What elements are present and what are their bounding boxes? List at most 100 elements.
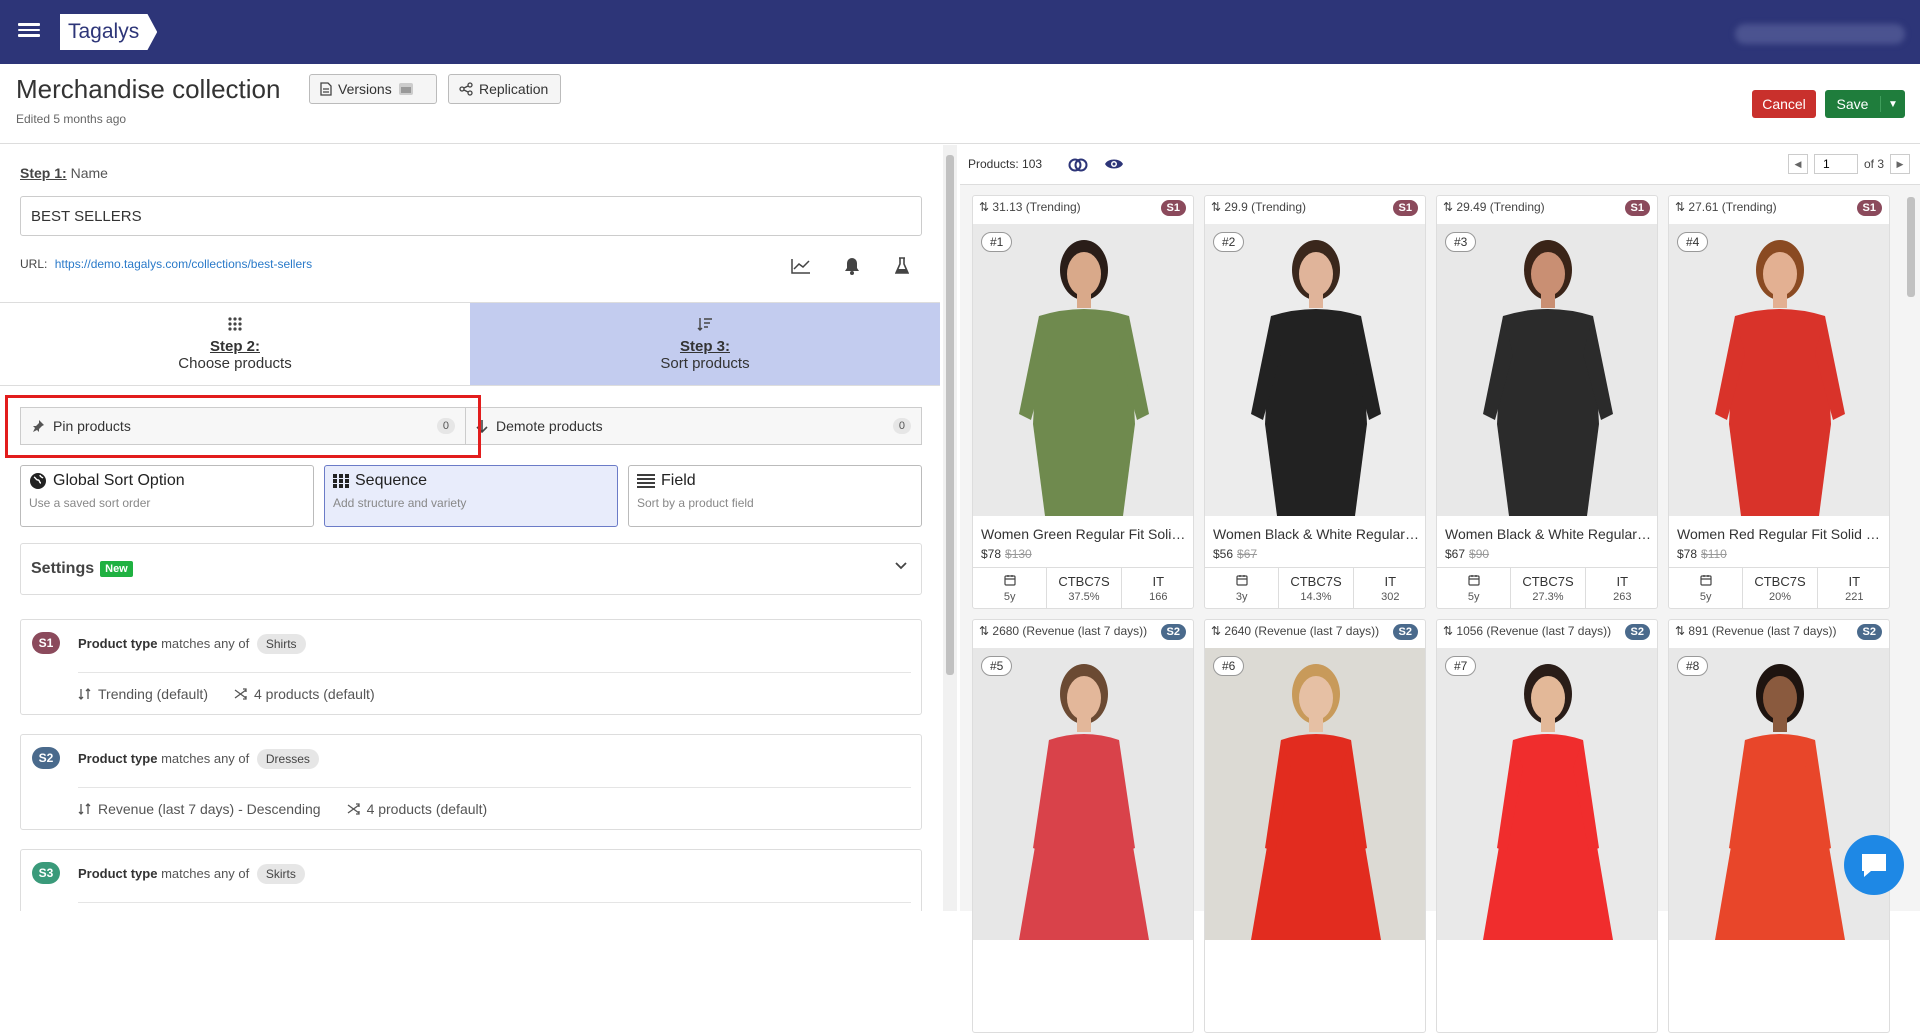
model-photo [1715, 664, 1845, 940]
shuffle-icon [234, 688, 247, 700]
global-sort-desc: Use a saved sort order [29, 496, 151, 510]
pagination: ◀ of 3 ▶ [1787, 154, 1910, 174]
ctb-value: 27.3% [1532, 591, 1564, 603]
field-option[interactable]: Field Sort by a product field [628, 465, 922, 527]
divider [78, 672, 911, 673]
product-image[interactable]: #7 [1437, 648, 1657, 940]
product-image[interactable]: #1 [973, 224, 1193, 516]
bell-icon[interactable] [841, 255, 863, 277]
global-sort-title: Global Sort Option [53, 472, 185, 489]
it-value: 263 [1613, 591, 1632, 603]
segment-badge: S1 [32, 632, 60, 654]
product-image[interactable]: #8 [1669, 648, 1889, 940]
segment-count[interactable]: 4 products (default) [234, 686, 375, 702]
prev-page-icon[interactable]: ◀ [1787, 154, 1808, 174]
product-card[interactable]: ⇅ 1056 (Revenue (last 7 days)) S2 #7 [1436, 619, 1658, 1033]
rule-operator: matches any of [161, 636, 250, 651]
chevron-down-icon[interactable] [895, 562, 907, 570]
sort-score: ⇅ 2640 (Revenue (last 7 days)) [1211, 624, 1380, 638]
next-page-icon[interactable]: ▶ [1890, 154, 1910, 174]
field-title: Field [661, 472, 696, 489]
chat-bubble-icon [1862, 854, 1886, 877]
product-image[interactable]: #5 [973, 648, 1193, 940]
product-name[interactable]: Women Red Regular Fit Solid Casual Shirt [1677, 526, 1883, 542]
settings-accordion[interactable]: Settings New [20, 543, 922, 595]
cancel-button[interactable]: Cancel [1752, 90, 1816, 118]
age-value: 5y [1467, 591, 1480, 603]
product-card[interactable]: ⇅ 2680 (Revenue (last 7 days)) S2 #5 [972, 619, 1194, 1033]
save-button[interactable]: Save ▼ [1825, 90, 1905, 118]
demote-products-button[interactable]: Demote products 0 [466, 407, 922, 445]
page-title: Merchandise collection [16, 74, 281, 104]
divider [78, 902, 911, 903]
rule-value-chip: Dresses [256, 749, 319, 769]
model-photo [1483, 240, 1613, 516]
page-number-input[interactable] [1813, 154, 1858, 174]
global-sort-option[interactable]: Global Sort Option Use a saved sort orde… [20, 465, 314, 527]
product-image[interactable]: #6 [1205, 648, 1425, 940]
ctb-label: CTBC7S [1754, 574, 1806, 589]
product-name[interactable]: Women Black & White Regular Fit Printed … [1445, 526, 1651, 542]
product-image[interactable]: #2 [1205, 224, 1425, 516]
chat-widget-button[interactable] [1844, 835, 1904, 895]
save-dropdown-chevron-icon[interactable]: ▼ [1881, 99, 1905, 110]
hamburger-menu-icon[interactable] [18, 20, 40, 42]
segment-card[interactable]: S2 Product type matches any of Dresses R… [20, 734, 922, 830]
calendar-icon [1004, 575, 1016, 586]
age-value: 5y [1003, 591, 1016, 603]
app-logo[interactable]: Tagalys [60, 14, 158, 50]
product-price: $67 $90 [1445, 547, 1489, 561]
segment-badge: S1 [1624, 200, 1650, 216]
segment-count-text: 4 products (default) [253, 686, 375, 702]
model-photo [1251, 664, 1381, 940]
flask-icon[interactable] [891, 255, 913, 277]
segment-sort[interactable]: Revenue (last 7 days) - Descending [78, 801, 321, 817]
tab-choose-products[interactable]: Step 2: Choose products [0, 303, 470, 385]
page-header: Merchandise collection Edited 5 months a… [0, 64, 1920, 144]
collection-url-link[interactable]: https://demo.tagalys.com/collections/bes… [55, 257, 312, 271]
segment-card[interactable]: S1 Product type matches any of Shirts Tr… [20, 619, 922, 715]
segment-count[interactable]: 4 products (default) [347, 801, 487, 817]
sort-lines-icon [697, 318, 712, 331]
sort-score-text: 2640 (Revenue (last 7 days)) [1224, 624, 1380, 638]
divider [78, 787, 911, 788]
product-card[interactable]: ⇅ 31.13 (Trending) S1 #1 Women Green Regula… [972, 195, 1194, 609]
scrollbar-thumb[interactable] [946, 155, 954, 675]
globe-icon [30, 473, 46, 489]
versions-button[interactable]: Versions [309, 74, 437, 104]
product-card[interactable]: ⇅ 2640 (Revenue (last 7 days)) S2 #6 [1204, 619, 1426, 1033]
rank-badge: #5 [981, 656, 1013, 676]
segment-badge: S2 [1392, 624, 1418, 640]
left-scrollbar[interactable] [943, 145, 957, 911]
segment-sort[interactable]: Trending (default) [78, 686, 208, 702]
ctb-stat: CTBC7S 14.3% [1279, 568, 1354, 608]
scrollbar-thumb[interactable] [1907, 197, 1915, 297]
product-card[interactable]: ⇅ 27.61 (Trending) S1 #4 Women Red Regular … [1668, 195, 1890, 609]
tab-sort-products[interactable]: Step 3: Sort products [470, 303, 940, 385]
product-card[interactable]: ⇅ 891 (Revenue (last 7 days)) S2 #8 [1668, 619, 1890, 1033]
product-card[interactable]: ⇅ 29.49 (Trending) S1 #3 Women Black & Whit… [1436, 195, 1658, 609]
analytics-chart-icon[interactable] [790, 255, 812, 277]
step-tabs: Step 2: Choose products Step 3: Sort pro… [0, 302, 940, 386]
right-scrollbar[interactable] [1904, 195, 1918, 911]
product-card[interactable]: ⇅ 29.9 (Trending) S1 #2 Women Black & White… [1204, 195, 1426, 609]
demote-products-label: Demote products [496, 418, 603, 434]
ctb-stat: CTBC7S 27.3% [1511, 568, 1586, 608]
sequence-option[interactable]: Sequence Add structure and variety [324, 465, 618, 527]
it-label: IT [1152, 574, 1165, 589]
rank-badge: #1 [981, 232, 1013, 252]
user-menu[interactable] [1735, 24, 1905, 44]
collection-name-input[interactable] [20, 196, 922, 236]
save-label[interactable]: Save [1825, 96, 1881, 112]
replication-button[interactable]: Replication [448, 74, 561, 104]
product-image[interactable]: #3 [1437, 224, 1657, 516]
ctb-label: CTBC7S [1290, 574, 1342, 589]
eye-icon[interactable] [1104, 157, 1124, 171]
compare-circles-icon[interactable] [1068, 158, 1088, 172]
product-name[interactable]: Women Black & White Regular Fit Checked … [1213, 526, 1419, 542]
product-preview-panel: Products: 103 ◀ of 3 ▶ ⇅ 31.13 (Trending… [960, 145, 1920, 1033]
segment-card[interactable]: S3 Product type matches any of Skirts [20, 849, 922, 911]
product-name[interactable]: Women Green Regular Fit Solid Casual Shi… [981, 526, 1187, 542]
step1-label: Step 1: [20, 165, 67, 181]
product-image[interactable]: #4 [1669, 224, 1889, 516]
